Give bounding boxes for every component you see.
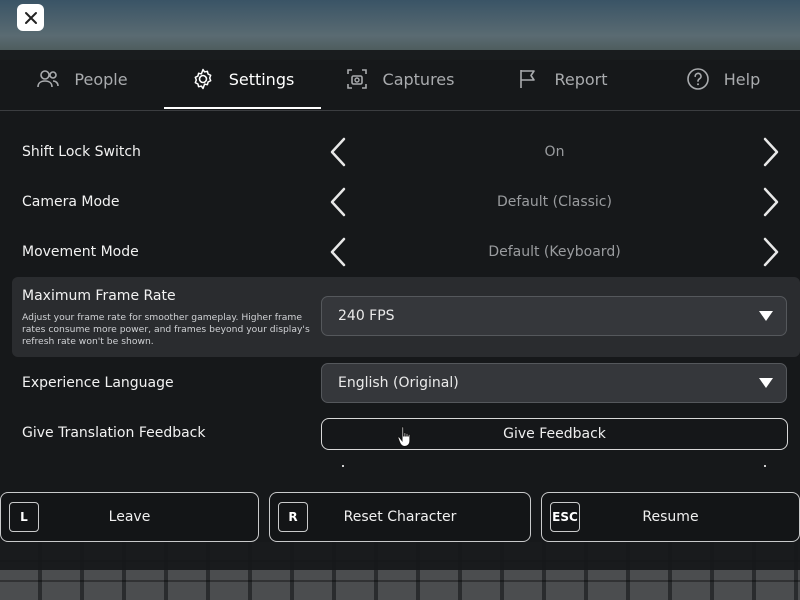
people-icon: [36, 67, 60, 91]
setting-label: Camera Mode: [22, 194, 120, 210]
tab-bar: People Settings Captures Report Help: [0, 50, 800, 111]
divider-mark: [342, 465, 344, 467]
caret-down-icon: [759, 378, 773, 388]
close-icon: [24, 11, 37, 24]
flag-icon: [516, 67, 540, 91]
chevron-right-icon[interactable]: [760, 235, 782, 269]
camera-icon: [345, 67, 369, 91]
tab-label: Captures: [382, 69, 455, 89]
tab-label: Help: [723, 69, 761, 89]
gear-icon: [191, 67, 215, 91]
chevron-left-icon[interactable]: [327, 135, 349, 169]
language-dropdown[interactable]: English (Original): [321, 363, 787, 403]
tab-help[interactable]: Help: [646, 50, 800, 108]
tab-people[interactable]: People: [0, 50, 164, 108]
active-tab-indicator: [164, 107, 321, 109]
chevron-right-icon[interactable]: [760, 135, 782, 169]
button-label: Leave: [108, 509, 151, 525]
setting-label: Give Translation Feedback: [22, 425, 206, 441]
setting-label: Shift Lock Switch: [22, 144, 141, 160]
caret-down-icon: [759, 311, 773, 321]
setting-row-movement-mode: Movement Mode Default (Keyboard): [0, 227, 800, 277]
leave-button[interactable]: L Leave: [0, 492, 259, 542]
button-label: Resume: [642, 509, 699, 525]
tab-label: People: [74, 69, 128, 89]
frame-rate-dropdown[interactable]: 240 FPS: [321, 296, 787, 336]
resume-button[interactable]: ESC Resume: [541, 492, 800, 542]
setting-value: Default (Keyboard): [488, 244, 621, 260]
setting-value: On: [544, 144, 565, 160]
setting-label: Experience Language: [22, 375, 174, 391]
tab-report[interactable]: Report: [478, 50, 646, 108]
hand-cursor-icon: [397, 426, 411, 448]
help-icon: [686, 67, 710, 91]
dropdown-value: English (Original): [338, 375, 459, 391]
dropdown-value: 240 FPS: [338, 308, 395, 324]
close-button[interactable]: [17, 4, 44, 31]
chevron-left-icon[interactable]: [327, 235, 349, 269]
tab-label: Settings: [228, 69, 295, 89]
button-label: Reset Character: [343, 509, 457, 525]
chevron-left-icon[interactable]: [327, 185, 349, 219]
divider-mark: [764, 465, 766, 467]
chevron-right-icon[interactable]: [760, 185, 782, 219]
setting-label: Maximum Frame Rate: [22, 288, 176, 304]
setting-value: Default (Classic): [497, 194, 612, 210]
setting-label: Movement Mode: [22, 244, 139, 260]
give-feedback-button[interactable]: Give Feedback: [321, 418, 788, 450]
tab-label: Report: [554, 69, 608, 89]
tab-settings[interactable]: Settings: [164, 50, 321, 108]
setting-row-shift-lock: Shift Lock Switch On: [0, 127, 800, 177]
setting-description: Adjust your frame rate for smoother game…: [22, 312, 310, 347]
setting-row-camera-mode: Camera Mode Default (Classic): [0, 177, 800, 227]
reset-character-button[interactable]: R Reset Character: [269, 492, 531, 542]
tab-captures[interactable]: Captures: [321, 50, 478, 108]
